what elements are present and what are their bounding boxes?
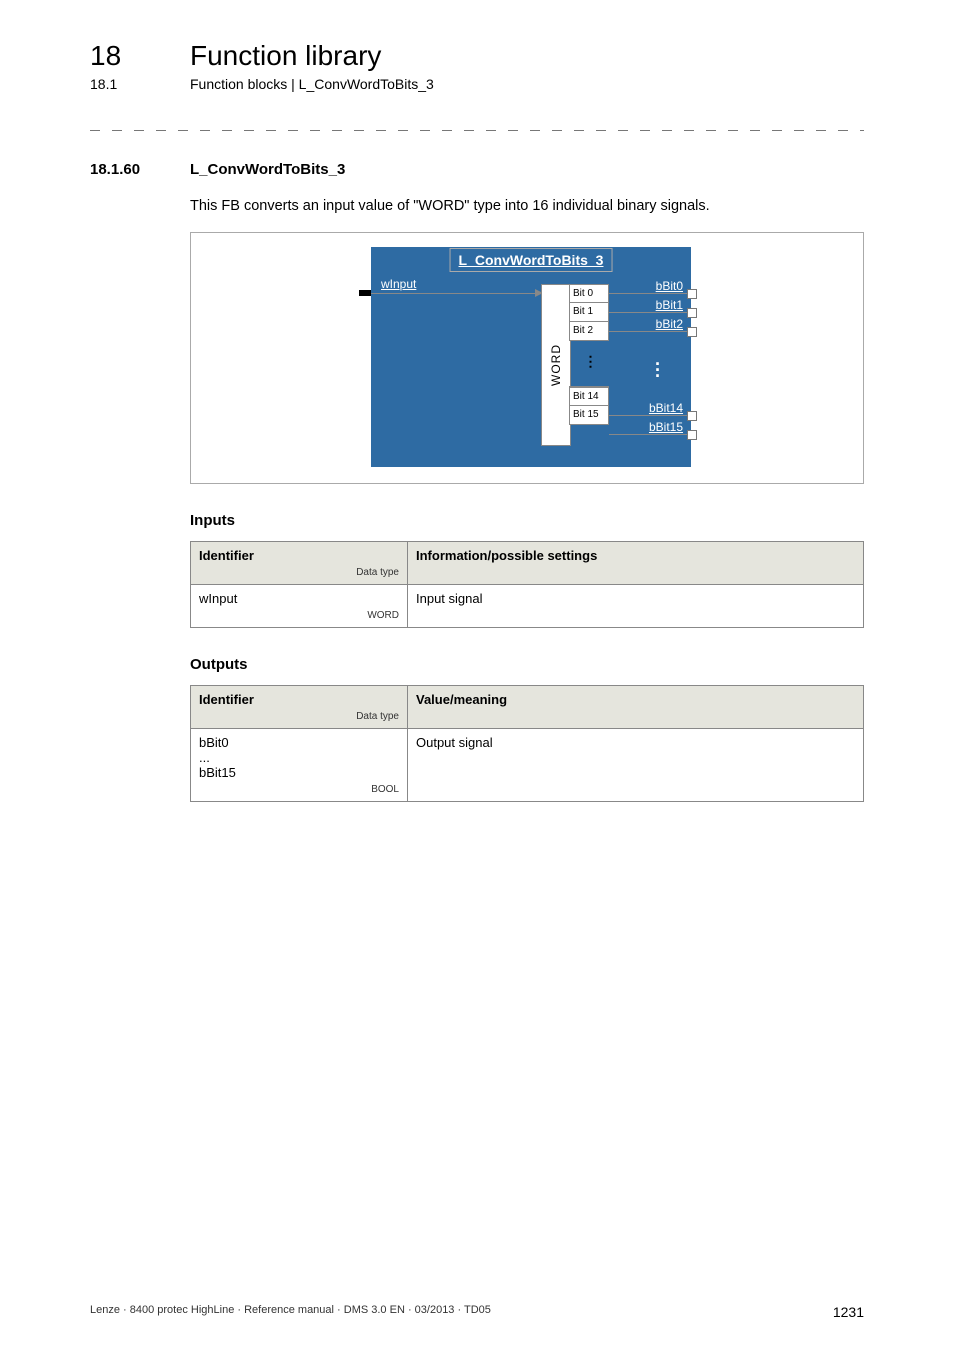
inputs-row-dtype: WORD xyxy=(199,610,399,621)
footer-left: Lenze · 8400 protec HighLine · Reference… xyxy=(90,1304,491,1320)
outputs-heading: Outputs xyxy=(190,656,864,673)
chapter-number: 18 xyxy=(90,40,150,72)
inputs-row-id-text: wInput xyxy=(199,591,237,606)
body: This FB converts an input value of "WORD… xyxy=(190,198,864,802)
inputs-col-datatype-label: Data type xyxy=(199,567,399,578)
outputs-table: Identifier Data type Value/meaning bBit0… xyxy=(190,685,864,802)
bit-cell-14: Bit 14 xyxy=(569,387,609,406)
divider xyxy=(90,130,864,131)
inputs-row-info: Input signal xyxy=(408,585,864,628)
page: 18 Function library 18.1 Function blocks… xyxy=(0,0,954,1350)
outputs-col-identifier-label: Identifier xyxy=(199,692,254,707)
outputs-col-identifier: Identifier Data type xyxy=(191,686,408,729)
outputs-row-info: Output signal xyxy=(408,729,864,802)
input-wire xyxy=(371,293,541,294)
inputs-table: Identifier Data type Information/possibl… xyxy=(190,541,864,628)
wire-bBit14 xyxy=(609,415,691,416)
out-bBit2: bBit2 xyxy=(633,317,683,331)
table-row: wInput WORD Input signal xyxy=(191,585,864,628)
word-box: WORD xyxy=(541,284,571,446)
outputs-col-info: Value/meaning xyxy=(408,686,864,729)
page-footer: Lenze · 8400 protec HighLine · Reference… xyxy=(90,1304,864,1320)
section-heading-row: 18.1.60 L_ConvWordToBits_3 xyxy=(90,161,864,178)
port-bBit2-icon xyxy=(687,327,697,337)
subsection-title: Function blocks | L_ConvWordToBits_3 xyxy=(190,76,434,92)
bit-cell-2: Bit 2 xyxy=(569,322,609,341)
port-bBit15-icon xyxy=(687,430,697,440)
port-bBit0-icon xyxy=(687,289,697,299)
inputs-col-identifier: Identifier Data type xyxy=(191,542,408,585)
inputs-row-id: wInput WORD xyxy=(191,585,408,628)
subsection-number: 18.1 xyxy=(90,76,150,92)
input-wInput-label: wInput xyxy=(381,277,416,291)
out-bBit14: bBit14 xyxy=(633,401,683,415)
inputs-heading: Inputs xyxy=(190,512,864,529)
chapter-title: Function library xyxy=(190,40,381,72)
outputs-row-id: bBit0 ... bBit15 BOOL xyxy=(191,729,408,802)
out-bBit1: bBit1 xyxy=(633,298,683,312)
diagram-frame: L_ConvWordToBits_3 wInput WORD Bit 0 Bit… xyxy=(190,232,864,484)
subsection-header: 18.1 Function blocks | L_ConvWordToBits_… xyxy=(90,76,864,92)
section-number: 18.1.60 xyxy=(90,161,150,178)
outputs-row-dtype: BOOL xyxy=(199,784,399,795)
inputs-col-identifier-label: Identifier xyxy=(199,548,254,563)
outputs-row-id-text: bBit0 ... bBit15 xyxy=(199,735,236,780)
intro-text: This FB converts an input value of "WORD… xyxy=(190,198,864,214)
output-ellipsis-icon: ··· xyxy=(655,361,661,379)
outputs-col-datatype-label: Data type xyxy=(199,711,399,722)
fb-title: L_ConvWordToBits_3 xyxy=(450,248,613,272)
bit-cell-0: Bit 0 xyxy=(569,284,609,303)
table-row: bBit0 ... bBit15 BOOL Output signal xyxy=(191,729,864,802)
port-bBit14-icon xyxy=(687,411,697,421)
wire-bBit15 xyxy=(609,434,691,435)
chapter-header: 18 Function library xyxy=(90,40,864,72)
wire-bBit1 xyxy=(609,312,691,313)
wire-bBit0 xyxy=(609,293,691,294)
bit-column: Bit 0 Bit 1 Bit 2 ⋮ Bit 14 Bit 15 xyxy=(569,284,609,425)
wire-bBit2 xyxy=(609,331,691,332)
out-bBit0: bBit0 xyxy=(633,279,683,293)
out-bBit15: bBit15 xyxy=(633,420,683,434)
word-label: WORD xyxy=(549,344,563,386)
input-port-icon xyxy=(359,290,371,296)
section-title: L_ConvWordToBits_3 xyxy=(190,161,345,178)
page-number: 1231 xyxy=(833,1304,864,1320)
bit-cell-15: Bit 15 xyxy=(569,406,609,425)
port-bBit1-icon xyxy=(687,308,697,318)
bit-cell-1: Bit 1 xyxy=(569,303,609,322)
bit-ellipsis: ⋮ xyxy=(569,341,609,387)
function-block: L_ConvWordToBits_3 wInput WORD Bit 0 Bit… xyxy=(371,247,691,467)
inputs-col-info: Information/possible settings xyxy=(408,542,864,585)
